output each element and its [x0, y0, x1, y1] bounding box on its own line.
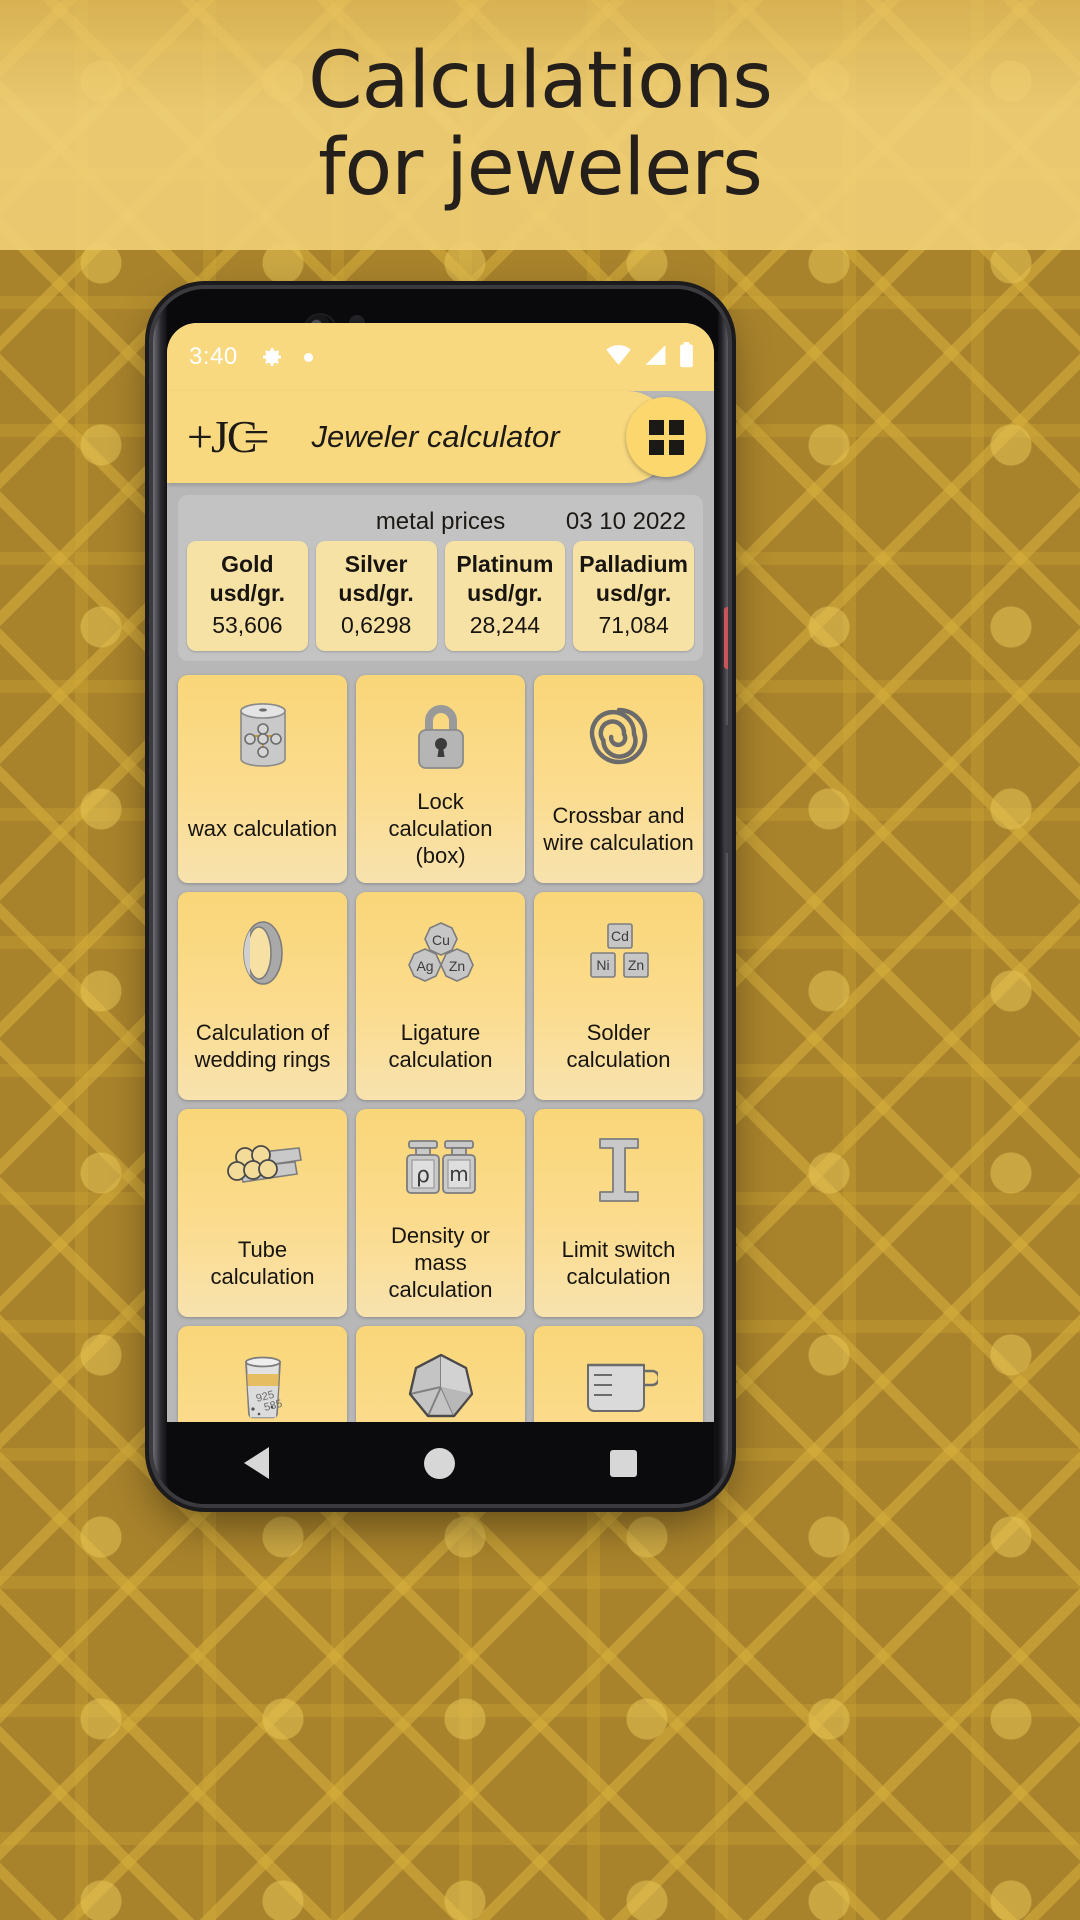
calculations-grid: wax calculation Lock calculation (box) C… — [178, 674, 703, 1447]
padlock-icon — [410, 691, 472, 781]
svg-text:Cd: Cd — [611, 928, 629, 944]
price-unit: usd/gr. — [338, 579, 414, 606]
tile-label: Crossbar and wire calculation — [543, 802, 694, 855]
tile-ligature-calculation[interactable]: Cu Ag Zn Ligature calculation — [356, 891, 525, 1100]
wifi-icon — [605, 344, 632, 371]
tile-label: Solder calculation — [566, 1019, 671, 1072]
metal-prices-date: 03 10 2022 — [565, 508, 686, 535]
app-logo-equals: = — [243, 411, 270, 462]
price-metal-name: Silver — [344, 551, 408, 577]
price-card-silver[interactable]: Silver usd/gr. 0,6298 — [315, 541, 437, 651]
status-time: 3:40 — [189, 343, 238, 370]
grid-icon — [648, 419, 684, 455]
measuring-cup-icon — [580, 1342, 658, 1432]
price-unit: usd/gr. — [209, 579, 286, 606]
banner-title-line2: for jewelers — [318, 123, 763, 213]
cell-signal-icon — [643, 344, 668, 371]
price-value: 53,606 — [212, 611, 283, 638]
price-metal-name: Gold — [221, 551, 274, 577]
back-button-icon[interactable] — [244, 1447, 270, 1479]
i-beam-icon — [590, 1125, 648, 1215]
tile-label: Limit switch calculation — [561, 1236, 676, 1289]
phone-right-edge — [718, 289, 728, 1504]
notification-dot-icon — [303, 352, 313, 362]
price-card-gold[interactable]: Gold usd/gr. 53,606 — [187, 541, 308, 651]
phone-left-edge — [153, 289, 167, 1504]
tile-label: Calculation of wedding rings — [194, 1019, 331, 1072]
tile-limit-switch-calculation[interactable]: Limit switch calculation — [534, 1108, 703, 1317]
status-icons-group — [605, 341, 694, 373]
price-value: 0,6298 — [340, 611, 412, 638]
price-value: 28,244 — [469, 611, 541, 638]
power-button[interactable] — [724, 607, 728, 669]
metal-prices-panel[interactable]: metal prices 03 10 2022 Gold usd/gr. 53,… — [178, 495, 703, 661]
svg-text:ρ: ρ — [416, 1163, 430, 1188]
price-metal-name: Palladium — [579, 551, 688, 577]
tile-tube-calculation[interactable]: Tube calculation — [178, 1108, 347, 1317]
app-title: Jeweler calculator — [311, 419, 560, 454]
tile-label: Density or mass calculation — [388, 1223, 493, 1302]
svg-text:m: m — [449, 1162, 468, 1186]
tile-label: Lock calculation (box) — [388, 789, 493, 868]
recents-button-icon[interactable] — [609, 1449, 637, 1477]
svg-text:Cu: Cu — [432, 932, 450, 948]
price-card-platinum[interactable]: Platinum usd/gr. 28,244 — [444, 541, 566, 651]
wax-cylinder-icon — [232, 691, 294, 781]
android-navigation-bar — [167, 1422, 714, 1504]
price-unit: usd/gr. — [467, 579, 543, 606]
solder-elements-icon: Cd Ni Zn — [582, 908, 656, 998]
tile-lock-calculation[interactable]: Lock calculation (box) — [356, 674, 525, 883]
calculations-grid-section: wax calculation Lock calculation (box) C… — [167, 670, 714, 1447]
phone-screen: 3:40 +JC = Jeweler calculator metal pric… — [167, 323, 714, 1447]
alloy-elements-icon: Cu Ag Zn — [404, 908, 478, 998]
status-bar: 3:40 — [167, 323, 714, 391]
tile-label: Tube calculation — [210, 1236, 315, 1289]
tile-solder-calculation[interactable]: Cd Ni Zn Solder calculation — [534, 891, 703, 1100]
tile-label: Ligature calculation — [388, 1019, 493, 1072]
banner-title-line1: Calculations — [308, 35, 773, 126]
tubes-icon — [221, 1125, 305, 1215]
volume-button[interactable] — [724, 725, 728, 853]
metal-prices-title: metal prices — [375, 508, 506, 535]
price-unit: usd/gr. — [595, 579, 672, 606]
svg-text:Zn: Zn — [448, 958, 464, 974]
metal-prices-section: metal prices 03 10 2022 Gold usd/gr. 53,… — [167, 487, 714, 671]
price-value: 71,084 — [598, 611, 669, 638]
tile-wax-calculation[interactable]: wax calculation — [178, 674, 347, 883]
beaker-icon: 925 585 — [234, 1342, 292, 1432]
app-bar-container: +JC = Jeweler calculator — [167, 391, 714, 487]
metal-prices-header: metal prices 03 10 2022 — [187, 503, 694, 541]
tile-wedding-rings-calculation[interactable]: Calculation of wedding rings — [178, 891, 347, 1100]
battery-icon — [679, 341, 694, 373]
weights-icon: ρ m — [401, 1125, 481, 1215]
tile-density-mass-calculation[interactable]: ρ m Density or mass calculation — [356, 1108, 525, 1317]
polyhedron-icon — [406, 1342, 476, 1432]
svg-text:Ag: Ag — [416, 958, 433, 974]
ring-icon — [235, 908, 291, 998]
gear-icon — [260, 345, 284, 369]
svg-text:Ni: Ni — [596, 957, 609, 973]
phone-mockup: 3:40 +JC = Jeweler calculator metal pric… — [153, 289, 728, 1504]
promo-banner: Calculations for jewelers — [0, 0, 1080, 250]
svg-text:Zn: Zn — [627, 957, 643, 973]
spiral-wire-icon — [586, 691, 652, 781]
tile-crossbar-wire-calculation[interactable]: Crossbar and wire calculation — [534, 674, 703, 883]
home-button-icon[interactable] — [423, 1447, 455, 1479]
app-bar: +JC = Jeweler calculator — [167, 391, 673, 483]
app-logo-icon: +JC = — [187, 411, 270, 462]
metal-prices-row: Gold usd/gr. 53,606 Silver usd/gr. 0,629… — [187, 541, 694, 651]
tile-label: wax calculation — [187, 816, 338, 842]
price-card-palladium[interactable]: Palladium usd/gr. 71,084 — [573, 541, 694, 651]
grid-menu-button[interactable] — [626, 397, 706, 477]
price-metal-name: Platinum — [456, 551, 554, 577]
